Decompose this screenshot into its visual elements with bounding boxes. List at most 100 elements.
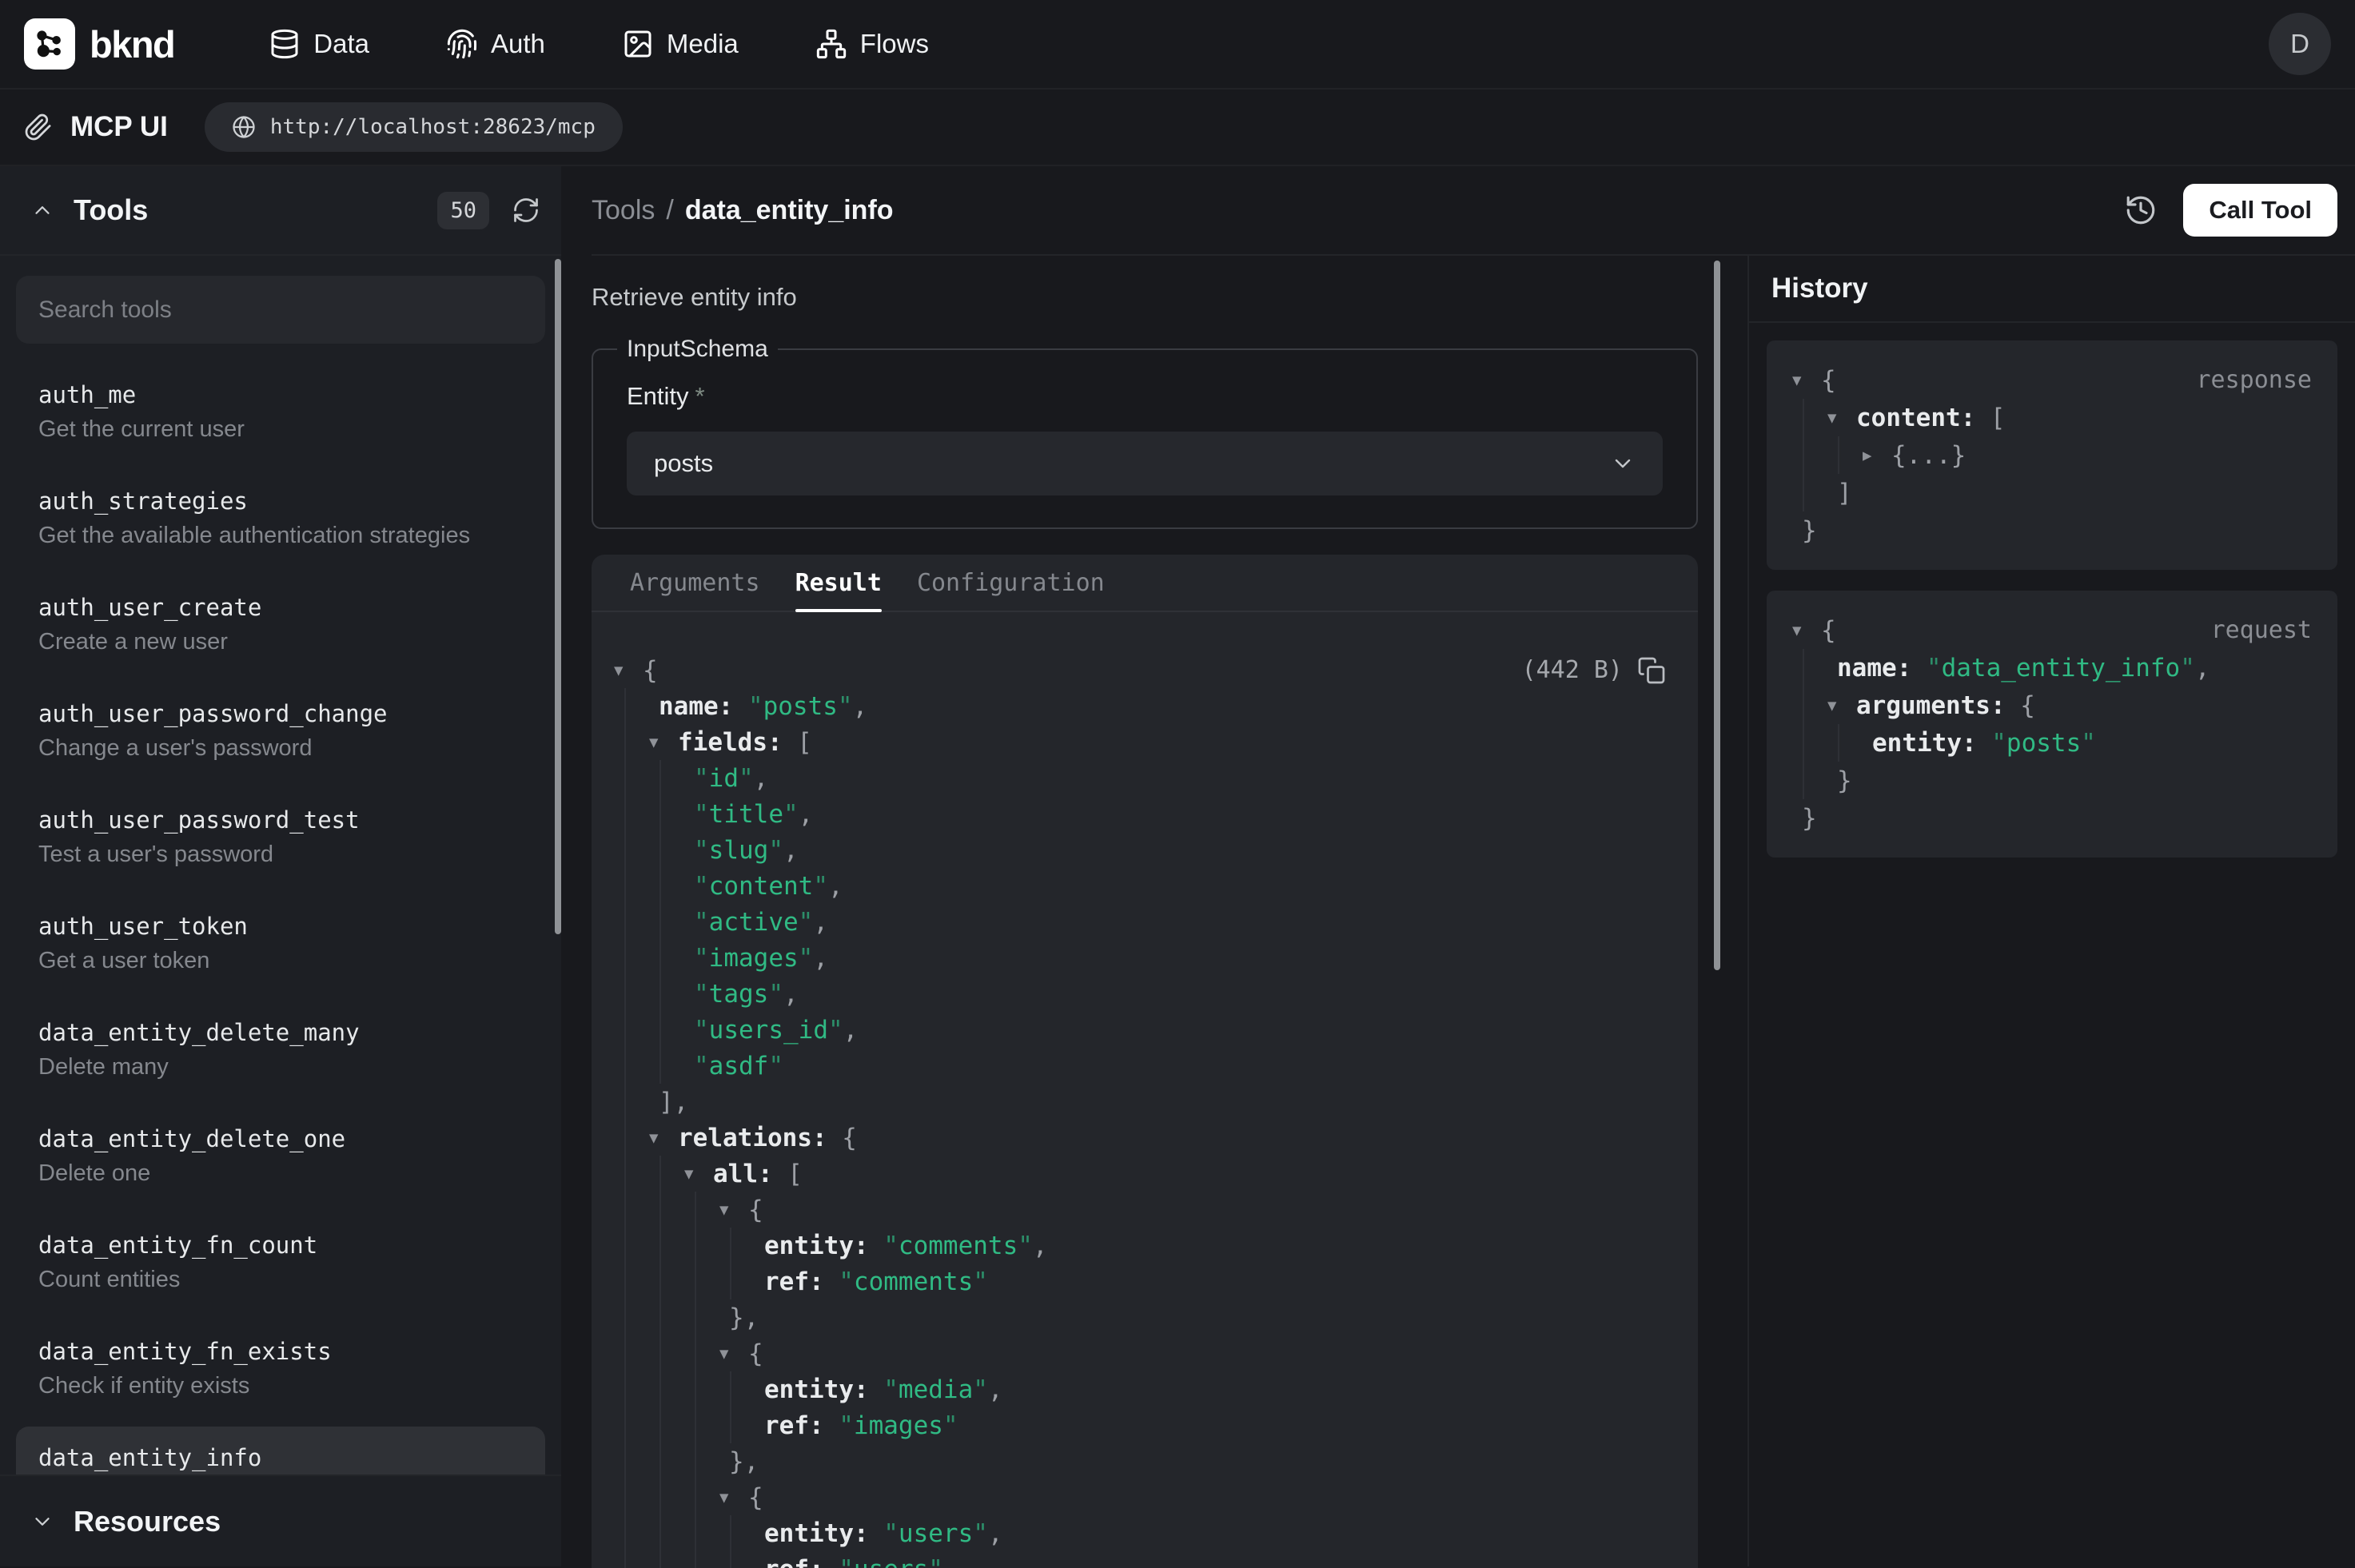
expander-toggle-icon[interactable]: ▼ bbox=[684, 1165, 713, 1183]
indent-guide bbox=[614, 832, 684, 868]
json-string: "images" bbox=[839, 1411, 958, 1440]
expander-toggle-icon[interactable]: ▶ bbox=[1863, 447, 1891, 464]
sidebar-tool-item[interactable]: data_entity_fn_count Count entities bbox=[16, 1214, 545, 1311]
json-row: ▼{ bbox=[614, 1192, 1666, 1228]
sidebar-tool-item[interactable]: auth_strategies Get the available authen… bbox=[16, 470, 545, 567]
history-entry-card[interactable]: ▼{response▼content:[▶{...}]} bbox=[1767, 340, 2337, 570]
tool-name: auth_user_create bbox=[38, 594, 523, 621]
sidebar-tool-item[interactable]: data_entity_delete_one Delete one bbox=[16, 1108, 545, 1204]
entity-field-label: Entity* bbox=[627, 382, 1663, 411]
expander-toggle-icon[interactable]: ▼ bbox=[1792, 622, 1821, 639]
tool-name: auth_user_password_change bbox=[38, 700, 523, 727]
database-icon bbox=[269, 28, 301, 60]
tool-description: Delete one bbox=[38, 1160, 523, 1187]
breadcrumb-tools-link[interactable]: Tools bbox=[592, 195, 655, 226]
json-row: "title", bbox=[614, 796, 1666, 832]
json-punct: , bbox=[754, 764, 769, 793]
expander-toggle-icon[interactable]: ▼ bbox=[649, 734, 678, 751]
main-scrollbar[interactable] bbox=[1714, 261, 1720, 970]
nav-item-media[interactable]: Media bbox=[622, 28, 739, 60]
expander-toggle-icon[interactable]: ▼ bbox=[614, 662, 643, 679]
history-entry-card[interactable]: ▼{requestname:"data_entity_info",▼argume… bbox=[1767, 591, 2337, 858]
indent-guide bbox=[614, 1120, 649, 1156]
indent-guide bbox=[1792, 474, 1827, 511]
json-row: "images", bbox=[614, 940, 1666, 976]
sidebar-tool-item[interactable]: auth_user_create Create a new user bbox=[16, 576, 545, 673]
avatar[interactable]: D bbox=[2269, 13, 2331, 75]
tab-arguments[interactable]: Arguments bbox=[612, 555, 778, 611]
sidebar-tool-item[interactable]: auth_user_token Get a user token bbox=[16, 895, 545, 992]
expander-toggle-icon[interactable]: ▼ bbox=[719, 1345, 748, 1363]
json-punct: [ bbox=[1990, 404, 2006, 432]
history-icon[interactable] bbox=[2124, 193, 2158, 227]
refresh-icon[interactable] bbox=[512, 196, 540, 225]
indent-guide bbox=[1792, 399, 1827, 436]
header-actions: Call Tool bbox=[2124, 184, 2337, 237]
sidebar-tool-item[interactable]: data_entity_fn_exists Check if entity ex… bbox=[16, 1320, 545, 1417]
indent-guide bbox=[614, 1156, 684, 1192]
json-punct: , bbox=[843, 1016, 859, 1045]
input-schema-fieldset: InputSchema Entity* posts bbox=[592, 336, 1698, 529]
tools-section-header: Tools 50 bbox=[0, 166, 561, 256]
sidebar-tool-item[interactable]: data_entity_info Retrieve entity info bbox=[16, 1427, 545, 1474]
required-marker: * bbox=[695, 382, 705, 410]
json-punct: , bbox=[783, 980, 799, 1009]
resources-section-header[interactable]: Resources bbox=[0, 1474, 561, 1566]
sidebar-tool-item[interactable]: auth_user_password_change Change a user'… bbox=[16, 683, 545, 779]
expander-toggle-icon[interactable]: ▼ bbox=[649, 1129, 678, 1147]
sidebar-tool-item[interactable]: auth_user_password_test Test a user's pa… bbox=[16, 789, 545, 885]
history-panel: History ▼{response▼content:[▶{...}]}▼{re… bbox=[1747, 256, 2355, 1566]
mcp-url: http://localhost:28623/mcp bbox=[270, 115, 596, 139]
chevron-up-icon[interactable] bbox=[30, 198, 54, 222]
json-row: "users_id", bbox=[614, 1012, 1666, 1048]
json-row: name:"data_entity_info", bbox=[1792, 649, 2312, 686]
copy-icon[interactable] bbox=[1637, 656, 1666, 685]
history-entry-type-badge: response bbox=[2197, 366, 2313, 394]
sidebar-tool-item[interactable]: auth_me Get the current user bbox=[16, 364, 545, 460]
indent-guide bbox=[614, 796, 684, 832]
expander-toggle-icon[interactable]: ▼ bbox=[719, 1489, 748, 1506]
json-string: "media" bbox=[883, 1375, 988, 1404]
history-title: History bbox=[1771, 273, 1868, 304]
json-row: ▼{(442 B) bbox=[614, 652, 1666, 688]
json-punct: , bbox=[813, 944, 828, 973]
json-string: "images" bbox=[694, 944, 813, 973]
tool-description: Get a user token bbox=[38, 948, 523, 974]
paperclip-icon bbox=[24, 113, 53, 141]
json-punct: , bbox=[853, 692, 868, 721]
nav-item-auth[interactable]: Auth bbox=[446, 28, 545, 60]
json-key: content: bbox=[1856, 404, 1975, 432]
nav-item-data[interactable]: Data bbox=[269, 28, 369, 60]
nav-item-flows[interactable]: Flows bbox=[815, 28, 929, 60]
json-punct: , bbox=[1033, 1232, 1048, 1260]
json-string: "content" bbox=[694, 872, 828, 901]
json-key: entity: bbox=[764, 1232, 869, 1260]
indent-guide bbox=[614, 940, 684, 976]
search-input[interactable] bbox=[16, 276, 545, 344]
content-row: Tools 50 auth_me Get the current user au… bbox=[0, 166, 2355, 1566]
indent-guide bbox=[614, 1515, 755, 1551]
indent-guide bbox=[614, 1048, 684, 1084]
sidebar-tool-item[interactable]: data_entity_delete_many Delete many bbox=[16, 1001, 545, 1098]
brand[interactable]: bknd bbox=[24, 18, 174, 70]
tool-description: Check if entity exists bbox=[38, 1373, 523, 1399]
expander-toggle-icon[interactable]: ▼ bbox=[1827, 409, 1856, 427]
sidebar-scrollbar[interactable] bbox=[555, 259, 561, 934]
tab-configuration[interactable]: Configuration bbox=[899, 555, 1122, 611]
json-punct: [ bbox=[787, 1160, 803, 1188]
json-punct: { bbox=[1821, 366, 1836, 395]
json-punct: ] bbox=[1837, 479, 1852, 507]
json-row: "slug", bbox=[614, 832, 1666, 868]
result-card: Arguments Result Configuration ▼{(442 B)… bbox=[592, 555, 1698, 1568]
expander-toggle-icon[interactable]: ▼ bbox=[719, 1201, 748, 1219]
entity-select[interactable]: posts bbox=[627, 432, 1663, 495]
expander-toggle-icon[interactable]: ▼ bbox=[1792, 372, 1821, 389]
expander-toggle-icon[interactable]: ▼ bbox=[1827, 697, 1856, 714]
json-punct: { bbox=[842, 1124, 857, 1152]
indent-guide bbox=[614, 760, 684, 796]
json-row: "content", bbox=[614, 868, 1666, 904]
mcp-url-pill[interactable]: http://localhost:28623/mcp bbox=[205, 102, 623, 152]
call-tool-button[interactable]: Call Tool bbox=[2183, 184, 2337, 237]
app-root: bknd Data Auth Media Flows D MCP UI bbox=[0, 0, 2355, 1568]
tab-result[interactable]: Result bbox=[778, 555, 899, 611]
